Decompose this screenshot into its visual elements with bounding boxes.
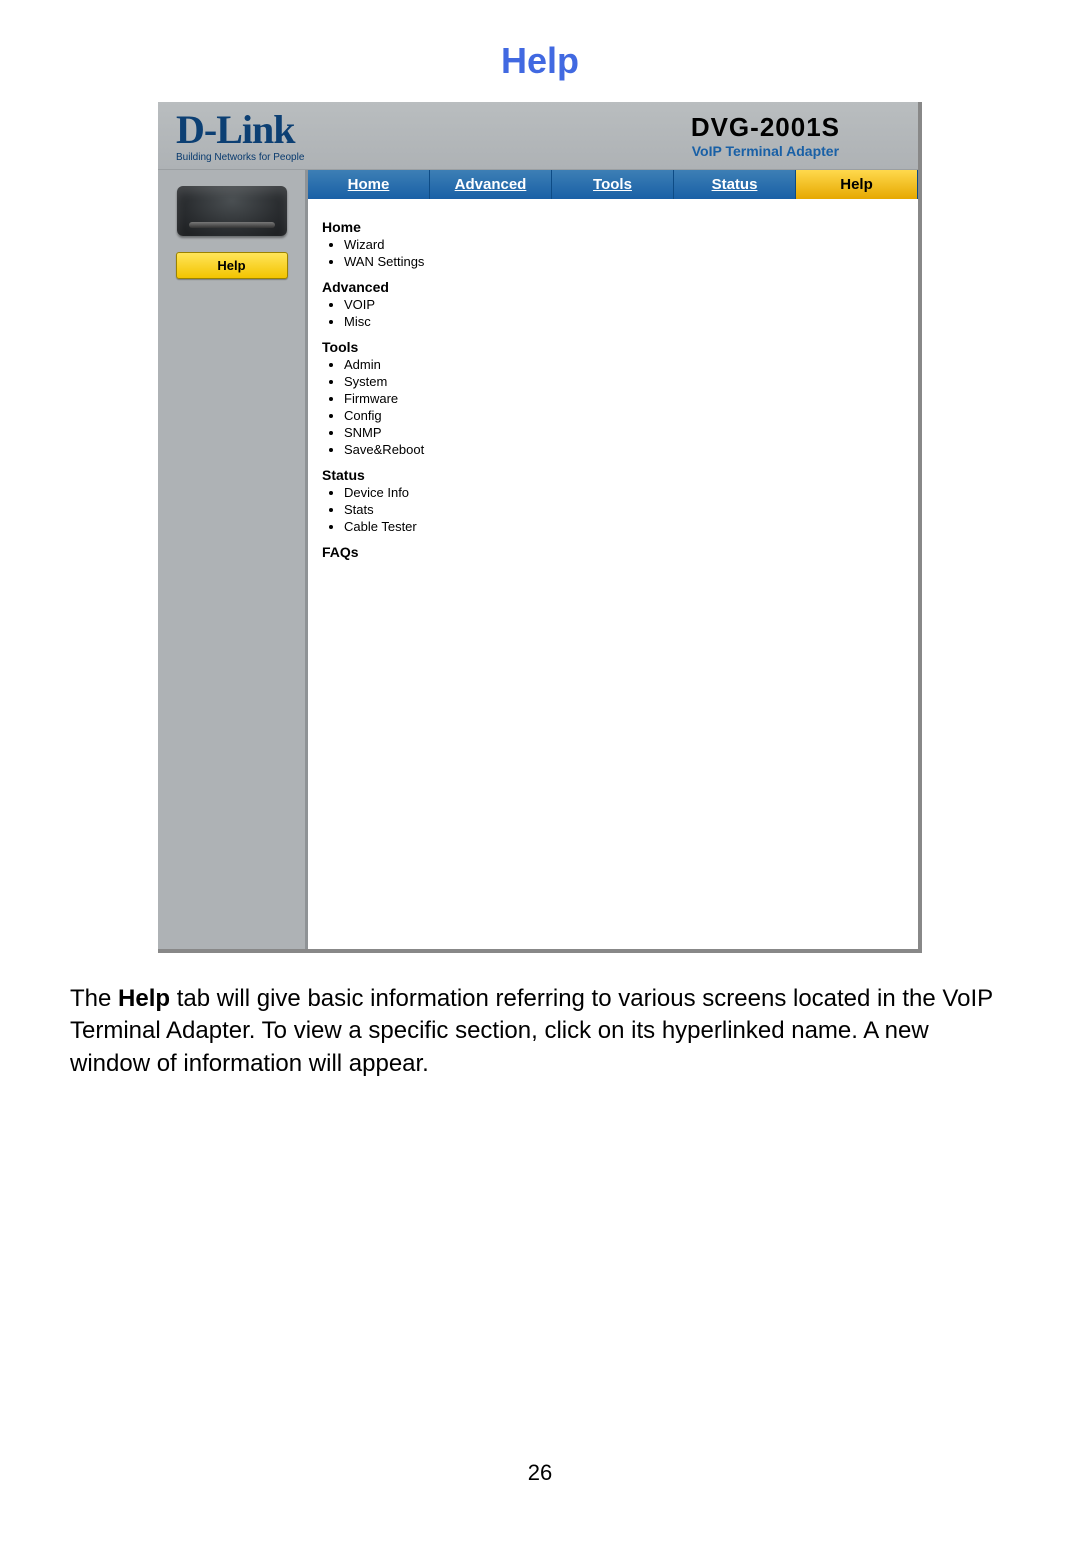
help-link-admin[interactable]: Admin (344, 357, 904, 372)
help-link-system[interactable]: System (344, 374, 904, 389)
tab-tools[interactable]: Tools (552, 170, 674, 199)
section-heading-advanced: Advanced (322, 279, 904, 295)
tab-home[interactable]: Home (308, 170, 430, 199)
tab-bar: Home Advanced Tools Status Help (308, 170, 918, 199)
help-link-faqs[interactable]: FAQs (322, 544, 904, 560)
caption-prefix: The (70, 985, 118, 1012)
help-link-firmware[interactable]: Firmware (344, 391, 904, 406)
caption-rest: tab will give basic information referrin… (70, 985, 993, 1077)
help-link-wan-settings[interactable]: WAN Settings (344, 254, 904, 269)
caption-bold: Help (118, 985, 170, 1012)
device-thumbnail (177, 186, 287, 236)
section-heading-home: Home (322, 219, 904, 235)
help-link-save-reboot[interactable]: Save&Reboot (344, 442, 904, 457)
caption-paragraph: The Help tab will give basic information… (70, 983, 1010, 1080)
brand-logo: D-Link Building Networks for People (176, 110, 304, 163)
section-heading-tools: Tools (322, 339, 904, 355)
help-content: Home Wizard WAN Settings Advanced VOIP M… (308, 199, 918, 949)
router-admin-screenshot: D-Link Building Networks for People DVG-… (158, 102, 922, 953)
sidebar-help-button[interactable]: Help (176, 252, 288, 279)
tab-help[interactable]: Help (796, 170, 918, 199)
tab-advanced[interactable]: Advanced (430, 170, 552, 199)
page-number: 26 (60, 1460, 1020, 1486)
page-title: Help (60, 40, 1020, 82)
brand-tagline: Building Networks for People (176, 152, 304, 163)
tab-status[interactable]: Status (674, 170, 796, 199)
help-link-snmp[interactable]: SNMP (344, 425, 904, 440)
router-header: D-Link Building Networks for People DVG-… (158, 102, 918, 170)
help-link-config[interactable]: Config (344, 408, 904, 423)
help-link-wizard[interactable]: Wizard (344, 237, 904, 252)
help-link-cable-tester[interactable]: Cable Tester (344, 519, 904, 534)
help-link-stats[interactable]: Stats (344, 502, 904, 517)
product-model: DVG-2001S (691, 112, 840, 143)
help-link-voip[interactable]: VOIP (344, 297, 904, 312)
section-heading-status: Status (322, 467, 904, 483)
sidebar: Help (158, 170, 308, 949)
product-title-block: DVG-2001S VoIP Terminal Adapter (691, 112, 840, 163)
brand-name: D-Link (176, 110, 304, 150)
product-subtitle: VoIP Terminal Adapter (691, 143, 840, 159)
help-link-misc[interactable]: Misc (344, 314, 904, 329)
help-link-device-info[interactable]: Device Info (344, 485, 904, 500)
